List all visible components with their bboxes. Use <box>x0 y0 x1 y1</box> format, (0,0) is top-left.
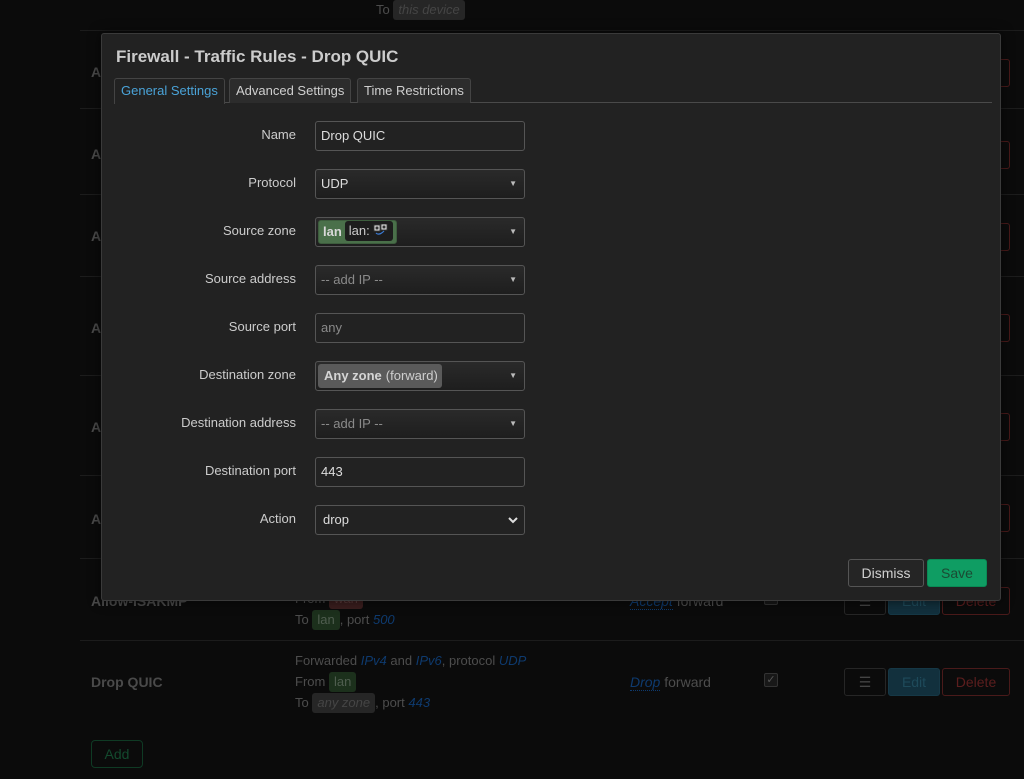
sort-handle-button[interactable]: ☰ <box>844 668 886 696</box>
rule-action: Drop forward <box>630 674 711 691</box>
zone-badge-any: Any zone (forward) <box>318 364 442 388</box>
form-row-destination-port: Destination port <box>102 457 1002 487</box>
chevron-down-icon <box>508 517 518 524</box>
rule-name: A <box>91 511 102 527</box>
source-zone-dropdown[interactable]: lan lan: ▼ <box>315 217 525 247</box>
network-ports-icon <box>373 224 388 235</box>
destination-address-dropdown[interactable]: -- add IP -- ▼ <box>315 409 525 439</box>
rule-name: A <box>91 146 102 162</box>
name-field[interactable] <box>315 121 525 151</box>
add-rule-button[interactable]: Add <box>91 740 143 768</box>
source-port-label: Source port <box>228 319 296 334</box>
protocol-dropdown[interactable]: UDP ▼ <box>315 169 525 199</box>
tab-bar: General Settings Advanced Settings Time … <box>114 78 992 104</box>
zone-badge-lan: lan lan: <box>318 220 398 244</box>
destination-port-input[interactable] <box>321 458 519 486</box>
destination-zone-label: Destination zone <box>199 367 296 382</box>
tab-time-restrictions[interactable]: Time Restrictions <box>357 78 471 103</box>
zone-badge: lan <box>328 672 357 692</box>
zone-badge: this device <box>393 0 465 20</box>
caret-down-icon: ▼ <box>509 371 517 380</box>
source-address-dropdown[interactable]: -- add IP -- ▼ <box>315 265 525 295</box>
form-row-source-address: Source address -- add IP -- ▼ <box>102 265 1002 295</box>
source-port-field[interactable] <box>315 313 525 343</box>
zone-badge: lan <box>312 610 340 630</box>
destination-address-label: Destination address <box>181 415 296 430</box>
form-row-source-port: Source port <box>102 313 1002 343</box>
rule-match: Forwarded IPv4 and IPv6, protocol UDP Fr… <box>295 650 526 713</box>
caret-down-icon: ▼ <box>509 419 517 428</box>
destination-port-label: Destination port <box>204 463 296 478</box>
rule-name: A <box>91 64 102 80</box>
save-button[interactable]: Save <box>927 559 987 587</box>
zone-badge: any zone <box>312 693 376 713</box>
table-row: Drop QUIC Forwarded IPv4 and IPv6, proto… <box>80 640 1024 724</box>
top-fragment: To this device <box>376 0 465 20</box>
tab-advanced-settings[interactable]: Advanced Settings <box>229 78 352 103</box>
source-zone-label: Source zone <box>223 223 296 238</box>
rule-name: Drop QUIC <box>91 674 163 690</box>
form-row-name: Name <box>102 121 1002 151</box>
protocol-label: Protocol <box>248 175 296 190</box>
action-select[interactable]: drop <box>315 505 525 535</box>
form-row-destination-zone: Destination zone Any zone (forward) ▼ <box>102 361 1002 391</box>
source-address-placeholder: -- add IP -- <box>321 272 383 287</box>
source-address-label: Source address <box>204 271 296 286</box>
name-input[interactable] <box>321 122 519 150</box>
protocol-value: UDP <box>321 176 349 191</box>
rule-name: A <box>91 228 102 244</box>
rule-name: A <box>91 419 102 435</box>
caret-down-icon: ▼ <box>509 227 517 236</box>
form-row-action: Action drop <box>102 505 1002 535</box>
check-icon: ✓ <box>766 674 776 686</box>
form-row-source-zone: Source zone lan lan: ▼ <box>102 217 1002 247</box>
destination-zone-dropdown[interactable]: Any zone (forward) ▼ <box>315 361 525 391</box>
modal-title: Firewall - Traffic Rules - Drop QUIC <box>116 47 399 66</box>
action-label: Action <box>259 511 296 526</box>
name-label: Name <box>261 127 296 142</box>
edit-rule-modal: Firewall - Traffic Rules - Drop QUIC Gen… <box>101 33 1001 601</box>
dismiss-button[interactable]: Dismiss <box>848 559 924 587</box>
interface-badge: lan: <box>344 221 394 241</box>
edit-button[interactable]: Edit <box>888 668 940 696</box>
destination-port-field[interactable] <box>315 457 525 487</box>
caret-down-icon: ▼ <box>509 275 517 284</box>
rule-name: A <box>91 320 102 336</box>
destination-address-placeholder: -- add IP -- <box>321 416 383 431</box>
caret-down-icon: ▼ <box>509 179 517 188</box>
form-row-protocol: Protocol UDP ▼ <box>102 169 1002 199</box>
delete-button[interactable]: Delete <box>942 668 1010 696</box>
form-row-destination-address: Destination address -- add IP -- ▼ <box>102 409 1002 439</box>
source-port-input[interactable] <box>321 314 519 342</box>
tab-general-settings[interactable]: General Settings <box>114 78 225 104</box>
enable-checkbox[interactable]: ✓ <box>764 673 778 687</box>
action-value: drop <box>323 512 350 527</box>
